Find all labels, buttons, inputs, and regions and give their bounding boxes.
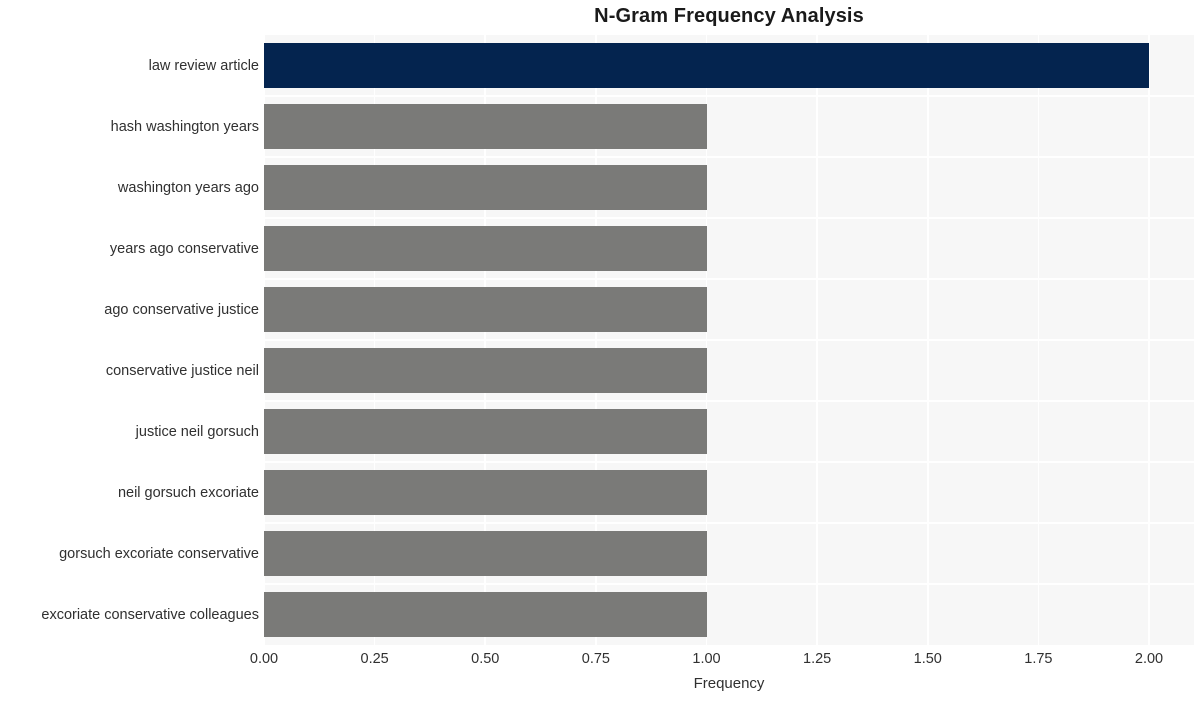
x-tick-label-7: 1.75 xyxy=(1024,651,1053,667)
gridline-horizontal-3 xyxy=(264,217,1194,219)
y-tick-label-7: neil gorsuch excoriate xyxy=(117,484,259,501)
x-axis-title: Frequency xyxy=(693,675,765,692)
x-tick-label-2: 0.50 xyxy=(471,651,500,667)
bar-9 xyxy=(264,592,707,637)
gridline-horizontal-8 xyxy=(264,522,1194,524)
bar-0 xyxy=(264,43,1149,88)
y-tick-label-6: justice neil gorsuch xyxy=(135,423,259,440)
bar-2 xyxy=(264,165,707,210)
gridline-horizontal-2 xyxy=(264,156,1194,158)
bar-4 xyxy=(264,287,707,332)
gridline-horizontal-9 xyxy=(264,583,1194,585)
plot-area xyxy=(263,35,1194,645)
gridline-horizontal-7 xyxy=(264,461,1194,463)
bar-3 xyxy=(264,226,707,271)
bar-7 xyxy=(264,470,707,515)
y-tick-label-9: excoriate conservative colleagues xyxy=(41,606,259,623)
y-tick-label-0: law review article xyxy=(148,57,259,74)
x-tick-label-3: 0.75 xyxy=(581,651,610,667)
page-title: N-Gram Frequency Analysis xyxy=(594,5,864,27)
y-tick-label-3: years ago conservative xyxy=(109,240,259,257)
bar-1 xyxy=(264,104,707,149)
y-tick-label-1: hash washington years xyxy=(110,118,259,135)
x-tick-label-4: 1.00 xyxy=(692,651,721,667)
y-tick-label-4: ago conservative justice xyxy=(104,301,259,318)
x-tick-label-6: 1.50 xyxy=(913,651,942,667)
bar-5 xyxy=(264,348,707,393)
x-tick-label-0: 0.00 xyxy=(249,651,279,667)
y-tick-label-2: washington years ago xyxy=(117,179,259,196)
gridline-horizontal-4 xyxy=(264,278,1194,280)
gridline-horizontal-1 xyxy=(264,95,1194,97)
chart-figure: N-Gram Frequency Analysis law review art… xyxy=(0,0,1204,701)
y-tick-label-5: conservative justice neil xyxy=(105,362,259,379)
x-tick-label-5: 1.25 xyxy=(803,651,832,667)
y-tick-label-8: gorsuch excoriate conservative xyxy=(59,545,259,562)
bar-6 xyxy=(264,409,707,454)
x-tick-label-1: 0.25 xyxy=(360,651,389,667)
bar-8 xyxy=(264,531,707,576)
gridline-horizontal-5 xyxy=(264,339,1194,341)
gridline-horizontal-6 xyxy=(264,400,1194,402)
x-tick-label-8: 2.00 xyxy=(1134,651,1164,667)
